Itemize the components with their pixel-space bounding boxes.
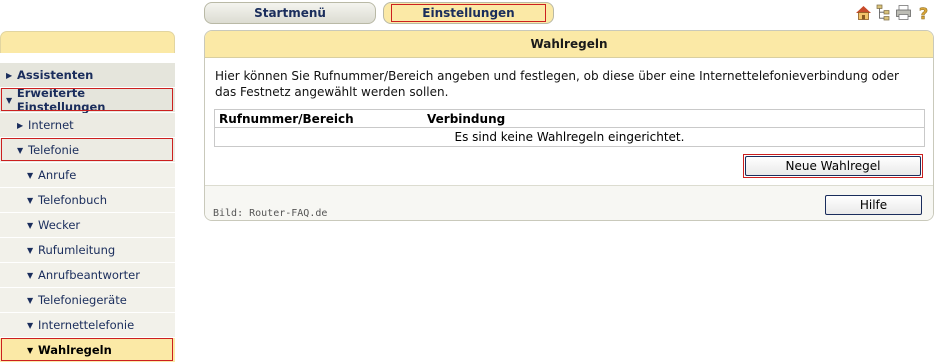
sidebar-item-label: Erweiterte Einstellungen (16, 86, 106, 114)
sidebar-item-label: Rufumleitung (38, 243, 116, 257)
sidebar-item-telefoniegeraete[interactable]: ▼ Telefoniegeräte (0, 288, 175, 313)
table-row: Es sind keine Wahlregeln eingerichtet. (215, 128, 924, 146)
chevron-down-icon: ▼ (27, 170, 34, 180)
top-icon-bar: ? (855, 3, 932, 21)
home-icon[interactable] (855, 3, 872, 21)
main-panel: Wahlregeln Hier können Sie Rufnummer/Ber… (204, 30, 934, 221)
page-description: Hier können Sie Rufnummer/Bereich angebe… (215, 69, 899, 99)
sidebar-item-label: Telefoniegeräte (38, 293, 127, 307)
chevron-down-icon: ▼ (27, 320, 34, 330)
tab-einstellungen[interactable]: Einstellungen (383, 2, 554, 24)
help-button[interactable]: Hilfe (825, 195, 922, 215)
sidebar-item-rufumleitung[interactable]: ▼ Rufumleitung (0, 238, 175, 263)
sidebar-item-erweiterte-einstellungen[interactable]: ▼ Erweiterte Einstellungen (0, 86, 175, 114)
sidebar-item-label: Internettelefonie (38, 318, 135, 332)
sidebar-item-label: Wahlregeln (38, 343, 112, 357)
chevron-down-icon: ▼ (27, 245, 34, 255)
empty-table-message: Es sind keine Wahlregeln eingerichtet. (454, 130, 685, 144)
print-icon[interactable] (895, 3, 912, 21)
new-rule-button-highlight: Neue Wahlregel (743, 154, 923, 178)
tab-startmenu[interactable]: Startmenü (204, 2, 376, 24)
sidebar-item-internet[interactable]: ▶ Internet (0, 113, 175, 138)
svg-text:?: ? (919, 4, 928, 21)
chevron-right-icon: ▶ (17, 120, 24, 130)
new-rule-button[interactable]: Neue Wahlregel (745, 156, 921, 176)
chevron-down-icon: ▼ (6, 95, 13, 105)
chevron-down-icon: ▼ (17, 145, 24, 155)
sidebar-item-label: Internet (28, 118, 74, 132)
help-icon[interactable]: ? (915, 3, 932, 21)
page-title: Wahlregeln (205, 31, 933, 58)
sidebar-item-telefonie[interactable]: ▼ Telefonie (0, 138, 175, 163)
sidebar: ▶ Assistenten ▼ Erweiterte Einstellungen… (0, 31, 175, 363)
sidebar-header (0, 31, 175, 53)
rules-table: Rufnummer/Bereich Verbindung Es sind kei… (214, 109, 925, 147)
tab-einstellungen-highlight: Einstellungen (391, 4, 546, 22)
tree-icon[interactable] (875, 3, 892, 21)
divider (205, 185, 933, 186)
sidebar-item-label: Anrufe (38, 168, 77, 182)
table-header-row: Rufnummer/Bereich Verbindung (215, 110, 924, 128)
sidebar-item-label: Telefonie (28, 143, 80, 157)
sidebar-item-label: Telefonbuch (38, 193, 107, 207)
sidebar-item-label: Assistenten (17, 68, 94, 82)
sidebar-item-anrufbeantworter[interactable]: ▼ Anrufbeantworter (0, 263, 175, 288)
sidebar-item-internettelefonie[interactable]: ▼ Internettelefonie (0, 313, 175, 338)
tab-startmenu-label: Startmenü (254, 6, 326, 20)
chevron-down-icon: ▼ (27, 195, 34, 205)
sidebar-item-label: Wecker (38, 218, 81, 232)
sidebar-item-telefonbuch[interactable]: ▼ Telefonbuch (0, 188, 175, 213)
column-header-rufnummer: Rufnummer/Bereich (219, 111, 354, 126)
chevron-right-icon: ▶ (6, 70, 13, 80)
chevron-down-icon: ▼ (27, 270, 34, 280)
chevron-down-icon: ▼ (27, 345, 34, 355)
chevron-down-icon: ▼ (27, 220, 34, 230)
sidebar-item-assistenten[interactable]: ▶ Assistenten (0, 63, 175, 88)
sidebar-item-wahlregeln[interactable]: ▼ Wahlregeln (0, 338, 175, 363)
tab-einstellungen-label: Einstellungen (422, 6, 515, 20)
sidebar-item-anrufe[interactable]: ▼ Anrufe (0, 163, 175, 188)
chevron-down-icon: ▼ (27, 295, 34, 305)
sidebar-item-wecker[interactable]: ▼ Wecker (0, 213, 175, 238)
column-header-verbindung: Verbindung (427, 111, 506, 126)
sidebar-item-label: Anrufbeantworter (38, 268, 140, 282)
image-credit: Bild: Router-FAQ.de (213, 208, 328, 219)
